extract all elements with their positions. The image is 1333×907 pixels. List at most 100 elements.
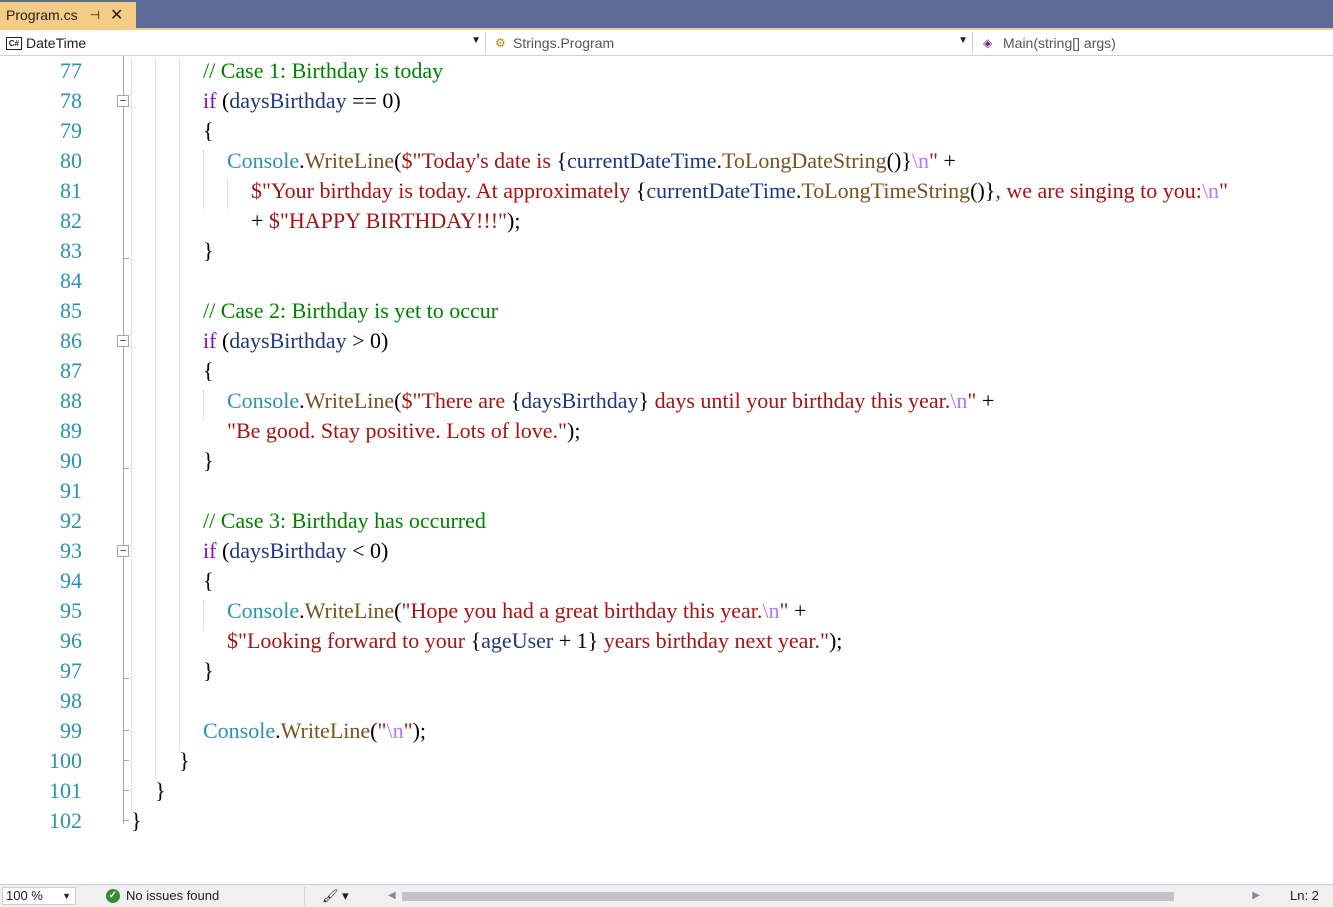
code-token: {: [470, 628, 482, 653]
line-number: 96: [60, 628, 82, 653]
line-number: 102: [49, 808, 82, 833]
project-dropdown[interactable]: C# DateTime ▼: [0, 32, 486, 54]
line-number: 78: [60, 88, 82, 113]
code-token: Console: [227, 598, 300, 623]
code-token: ": [1219, 178, 1228, 203]
code-token: ageUser: [481, 628, 554, 653]
code-token: );: [828, 628, 843, 653]
code-line[interactable]: 99 Console.WriteLine("\n");: [0, 716, 1333, 746]
code-line[interactable]: 102}: [0, 806, 1333, 836]
code-token: +: [976, 388, 995, 413]
code-line[interactable]: 80 Console.WriteLine($"Today's date is {c…: [0, 146, 1333, 176]
code-line[interactable]: 83}: [0, 236, 1333, 266]
chevron-down-icon: ▼: [471, 35, 481, 46]
code-token: days until your birthday this year.: [649, 388, 951, 413]
code-editor[interactable]: 77// Case 1: Birthday is today 78− if (day…: [0, 56, 1333, 884]
code-token: if: [203, 328, 217, 353]
method-icon: ◈: [983, 36, 993, 50]
code-token: }: [203, 658, 214, 683]
code-token: (: [216, 538, 230, 563]
code-token: WriteLine: [304, 598, 395, 623]
code-token: currentDateTime: [567, 148, 717, 173]
scroll-right-icon[interactable]: ▶: [1252, 888, 1260, 904]
code-line[interactable]: 92 // Case 3: Birthday has occurred: [0, 506, 1333, 536]
code-token: {: [203, 568, 214, 593]
member-dropdown[interactable]: ◈ Main(string[] args): [977, 32, 1333, 54]
code-token: Console: [227, 388, 300, 413]
line-number: 98: [60, 688, 82, 713]
code-line[interactable]: 93 − if (daysBirthday < 0): [0, 536, 1333, 566]
code-token: daysBirthday: [229, 538, 347, 563]
issues-indicator[interactable]: ✓ No issues found: [106, 887, 219, 905]
code-token: );: [507, 208, 521, 233]
code-line[interactable]: 94 {: [0, 566, 1333, 596]
class-icon: ⚙: [495, 36, 506, 50]
code-text: if (daysBirthday == 0): [203, 86, 401, 116]
code-line[interactable]: 91: [0, 476, 1333, 506]
code-line[interactable]: 101}: [0, 776, 1333, 806]
zoom-dropdown[interactable]: 100 % ▼: [2, 887, 76, 905]
code-text: $"Your birthday is today. At approximate…: [251, 176, 1228, 206]
code-token: \n: [911, 148, 930, 173]
type-dropdown[interactable]: ⚙ Strings.Program ▼: [489, 32, 973, 54]
line-number: 86: [60, 328, 82, 353]
collapse-icon[interactable]: −: [117, 95, 129, 107]
code-line[interactable]: 90}: [0, 446, 1333, 476]
code-text: + $"HAPPY BIRTHDAY!!!");: [251, 206, 520, 236]
code-text: {: [203, 566, 214, 596]
line-number: 83: [60, 238, 82, 263]
tab-program-cs[interactable]: Program.cs ⊣ ✕: [0, 2, 136, 28]
code-token: ": [929, 148, 938, 173]
code-token: (: [216, 328, 230, 353]
code-token: WriteLine: [304, 388, 395, 413]
code-line[interactable]: 98: [0, 686, 1333, 716]
code-token: {: [203, 358, 214, 383]
code-token: {: [510, 388, 522, 413]
horizontal-scrollbar[interactable]: ◀ ▶: [386, 888, 1266, 904]
code-token: if: [203, 88, 217, 113]
brush-icon[interactable]: 🖌 ▾: [322, 887, 349, 905]
pin-icon[interactable]: ⊣: [90, 8, 100, 22]
code-line[interactable]: 89 "Be good. Stay positive. Lots of love.…: [0, 416, 1333, 446]
scrollbar-thumb[interactable]: [402, 892, 1174, 901]
code-line[interactable]: 78 − if (daysBirthday == 0): [0, 86, 1333, 116]
code-text: Console.WriteLine($"There are {daysBirth…: [227, 386, 994, 416]
code-token: );: [567, 418, 581, 443]
code-token: // Case 3: Birthday has occurred: [203, 508, 486, 533]
line-number: 91: [60, 478, 82, 503]
code-token: WriteLine: [304, 148, 395, 173]
scroll-left-icon[interactable]: ◀: [388, 888, 396, 904]
code-text: // Case 2: Birthday is yet to occur: [203, 296, 498, 326]
code-line[interactable]: 95 Console.WriteLine("Hope you had a grea…: [0, 596, 1333, 626]
collapse-icon[interactable]: −: [117, 335, 129, 347]
code-line[interactable]: 88 Console.WriteLine($"There are {daysBir…: [0, 386, 1333, 416]
code-token: "Hope you had a great birthday this year…: [401, 598, 763, 623]
code-line[interactable]: 81 $"Your birthday is today. At approxima…: [0, 176, 1333, 206]
collapse-icon[interactable]: −: [117, 545, 129, 557]
code-token: (: [216, 88, 230, 113]
type-label: Strings.Program: [513, 35, 615, 51]
line-number: 99: [60, 718, 82, 743]
code-line[interactable]: 79 {: [0, 116, 1333, 146]
code-line[interactable]: 77 // Case 1: Birthday is today: [0, 56, 1333, 86]
code-token: ToLongDateString: [722, 148, 887, 173]
code-line[interactable]: 85 // Case 2: Birthday is yet to occur: [0, 296, 1333, 326]
chevron-down-icon: ▼: [958, 35, 968, 46]
code-token: ()}: [886, 148, 912, 173]
code-line[interactable]: 82 + $"HAPPY BIRTHDAY!!!");: [0, 206, 1333, 236]
member-label: Main(string[] args): [1003, 35, 1116, 51]
code-token: ": [403, 718, 413, 743]
line-number: 85: [60, 298, 82, 323]
close-icon[interactable]: ✕: [110, 5, 123, 25]
code-line[interactable]: 86 − if (daysBirthday > 0): [0, 326, 1333, 356]
line-number: 82: [60, 208, 82, 233]
code-line[interactable]: 84: [0, 266, 1333, 296]
line-number: 95: [60, 598, 82, 623]
code-line[interactable]: 87 {: [0, 356, 1333, 386]
code-line[interactable]: 100}: [0, 746, 1333, 776]
code-text: if (daysBirthday > 0): [203, 326, 388, 356]
code-line[interactable]: 97}: [0, 656, 1333, 686]
code-token: > 0): [346, 328, 389, 353]
code-line[interactable]: 96 $"Looking forward to your {ageUser + 1…: [0, 626, 1333, 656]
code-token: if: [203, 538, 217, 563]
